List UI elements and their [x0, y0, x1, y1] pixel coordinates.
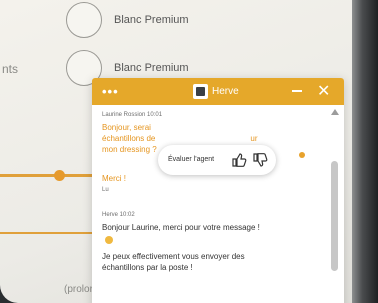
message-line: Bonjour Laurine, merci pour votre messag…: [102, 223, 260, 232]
background-left-label: nts: [2, 62, 19, 76]
sticker-dot: [299, 152, 305, 158]
agent-name: Herve: [212, 86, 239, 97]
slider-knob[interactable]: [54, 170, 65, 181]
close-icon[interactable]: ✕: [317, 81, 330, 101]
background-bottom-label: (prolor: [64, 284, 93, 295]
slider-track-2[interactable]: [0, 232, 96, 234]
chat-window: ••• Herve ✕ Laurine Rossion 10:01 Bonjou…: [92, 78, 344, 303]
message-line-tail: ur: [250, 134, 258, 143]
slider-track[interactable]: [0, 174, 96, 177]
message-line: échantillons par la poste !: [102, 263, 193, 272]
radio-button[interactable]: [66, 2, 102, 38]
scroll-thumb[interactable]: [331, 161, 338, 271]
message-text: Je peux effectivement vous envoyer des é…: [102, 251, 302, 273]
screen: nts Blanc Premium Blanc Premium (prolor …: [0, 0, 356, 303]
message-line-part: échantillons de: [102, 134, 156, 143]
scroll-up-arrow-icon[interactable]: [331, 109, 339, 115]
rate-agent-label: Évaluer l'agent: [168, 156, 215, 163]
option-label: Blanc Premium: [114, 62, 189, 74]
message-line: Je peux effectivement vous envoyer des: [102, 252, 245, 261]
monitor-bezel: [352, 0, 378, 303]
smile-emoji-icon: [105, 236, 113, 244]
message-line: Merci !: [102, 174, 126, 183]
minimize-icon[interactable]: [292, 90, 302, 92]
message-line: Bonjour, serai: [102, 123, 151, 132]
thumbs-up-icon[interactable]: [231, 152, 247, 168]
message-sender: Herve 10:02: [102, 212, 135, 218]
agent-avatar: [193, 84, 208, 99]
option-blanc-premium-1[interactable]: Blanc Premium: [66, 0, 266, 40]
message-line: échantillons de ur: [102, 133, 302, 144]
chat-scrollbar[interactable]: [330, 109, 340, 303]
rate-agent-popup: Évaluer l'agent: [158, 145, 276, 175]
thumbs-down-icon[interactable]: [252, 152, 268, 168]
message-text: Merci !: [102, 173, 302, 184]
chat-header: ••• Herve ✕: [92, 78, 344, 105]
message-text: Bonjour Laurine, merci pour votre messag…: [102, 222, 302, 233]
chat-menu-icon[interactable]: •••: [102, 84, 119, 99]
read-status: Lu: [102, 187, 109, 193]
message-sender: Laurine Rossion 10:01: [102, 112, 163, 118]
option-label: Blanc Premium: [114, 14, 189, 26]
chat-body: Laurine Rossion 10:01 Bonjour, serai éch…: [92, 105, 344, 303]
